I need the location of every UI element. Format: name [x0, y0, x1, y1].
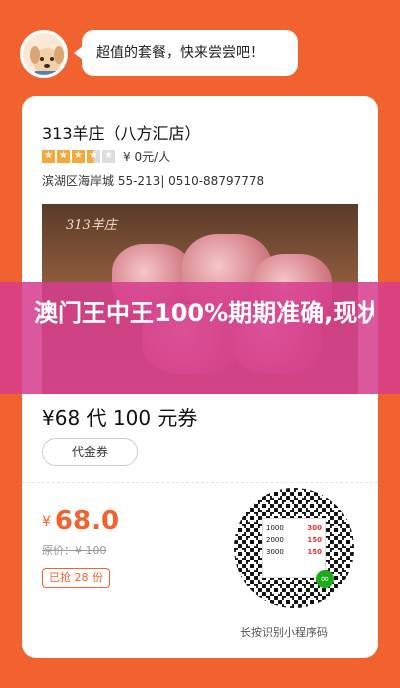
- star-icon: ★: [42, 149, 55, 163]
- star-icon: ★: [72, 149, 85, 163]
- divider: [22, 482, 378, 483]
- current-price: ¥68.0: [42, 506, 119, 536]
- price-value: 68.0: [54, 506, 120, 536]
- original-price: 原价：¥ 100: [42, 542, 107, 558]
- star-icon: ★: [57, 149, 70, 163]
- overlay-banner: 澳门王中王100%期期准确,现状说明解析_高: [0, 282, 400, 394]
- qr-row: 2000 150: [266, 536, 322, 544]
- rating-row: ★ ★ ★ ★ ★ ¥ 0元/人: [42, 148, 170, 164]
- header-area: 超值的套餐，快来尝尝吧！: [20, 22, 380, 86]
- price-per-person: ¥ 0元/人: [123, 149, 171, 164]
- avatar: [20, 30, 68, 78]
- rating-stars: ★ ★ ★ ★ ★: [42, 149, 115, 163]
- photo-brand-text: 313羊庄: [66, 218, 117, 233]
- qr-caption: 长按识别小程序码: [240, 626, 328, 639]
- coupon-title: ¥68 代 100 元券: [42, 406, 198, 430]
- qr-center-panel: 1000 300 2000 150 3000 150: [262, 518, 326, 578]
- qr-row: 3000 150: [266, 548, 322, 556]
- original-price-label: 原价：: [42, 544, 75, 557]
- coupon-type-button[interactable]: 代金券: [42, 438, 138, 466]
- address-phone: 滨湖区海岸城 55-213| 0510-88797778: [42, 174, 265, 188]
- mini-program-logo-icon: ∞: [316, 570, 334, 588]
- star-half-icon: ★: [87, 149, 100, 163]
- mini-program-code[interactable]: 1000 300 2000 150 3000 150 ∞: [234, 488, 354, 608]
- qr-row: 1000 300: [266, 524, 322, 532]
- star-empty-icon: ★: [102, 149, 115, 163]
- sold-count-badge: 已抢 28 份: [42, 568, 110, 588]
- overlay-banner-text: 澳门王中王100%期期准确,现状说明解析_高: [34, 299, 374, 327]
- speech-bubble: 超值的套餐，快来尝尝吧！: [74, 30, 298, 76]
- currency-symbol: ¥: [42, 513, 51, 530]
- original-price-value: ¥ 100: [75, 544, 107, 557]
- shop-name: 313羊庄（八方汇店）: [42, 124, 201, 143]
